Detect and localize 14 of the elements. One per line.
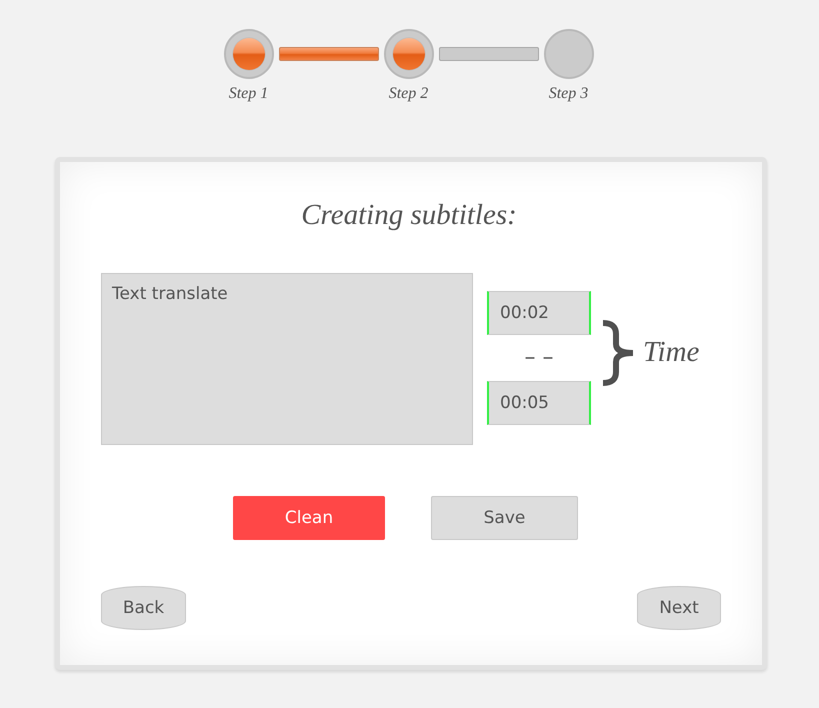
subtitle-text-field[interactable]: Text translate [101, 273, 473, 445]
back-button[interactable]: Back [101, 586, 186, 630]
card-title: Creating subtitles: [300, 198, 518, 233]
save-button[interactable]: Save [431, 496, 578, 540]
next-button[interactable]: Next [637, 586, 721, 630]
time-separator: – – [524, 344, 554, 372]
clean-button[interactable]: Clean [233, 496, 385, 540]
end-time-field[interactable]: 00:05 [487, 381, 591, 425]
curly-brace-icon [600, 320, 636, 386]
start-time-field[interactable]: 00:02 [487, 291, 591, 335]
time-label: Time [643, 335, 700, 370]
step-label: Step 2 [388, 85, 428, 103]
step-label: Step 1 [228, 85, 268, 103]
step-label: Step 3 [548, 85, 588, 103]
